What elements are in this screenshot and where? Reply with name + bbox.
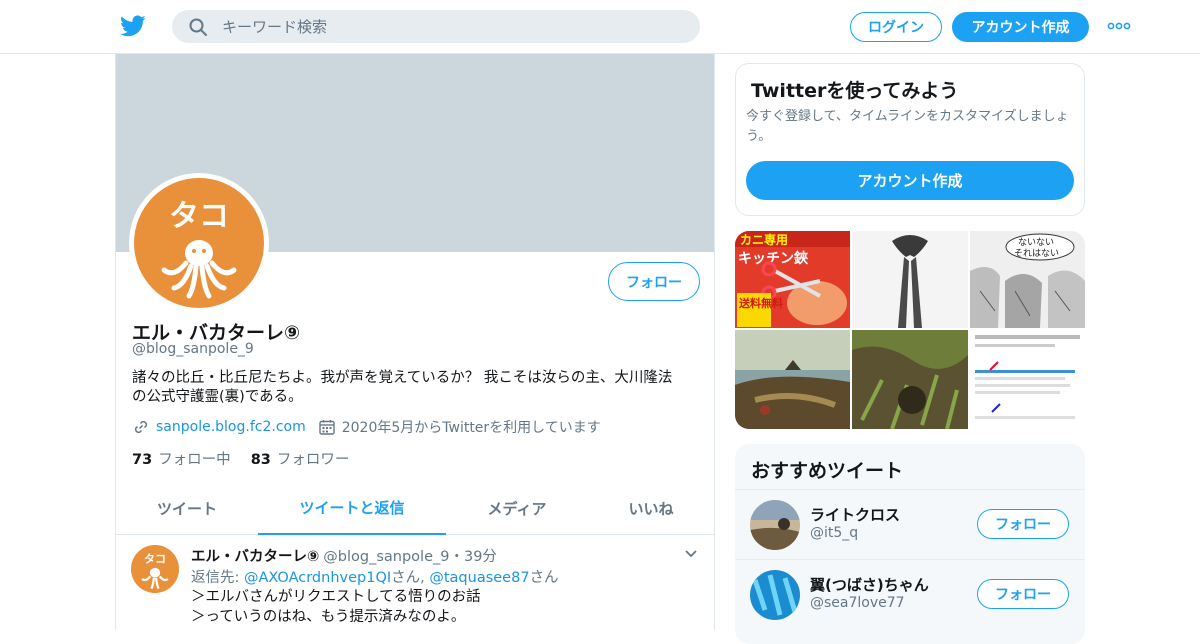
media-image: カニ専用 キッチン鋏 送料無料 [735,231,850,328]
recommended-account-row[interactable]: 翼(つばさ)ちゃん @sea7love77 フォロー [735,559,1085,629]
calendar-icon [319,420,335,435]
followers-count: 83 [250,452,271,468]
following-stat[interactable]: 73 フォロー中 [132,448,231,469]
media-image [735,330,850,429]
tab-media[interactable]: メディア [446,482,588,535]
media-image [852,231,968,328]
avatar-logo-text: タコ [169,199,229,234]
reply-to-line: 返信先: @AXOAcrdnhvep1QIさん, @taquasee87さん [191,566,559,587]
tweet-header: エル・バカターレ⑨ @blog_sanpole_9・39分 [191,545,497,566]
reply-user-link[interactable]: @taquasee87 [429,570,529,586]
tweet-handle-time: @blog_sanpole_9・39分 [323,549,497,565]
media-text: ないない [1018,237,1054,248]
profile-url-link[interactable]: sanpole.blog.fc2.com [156,419,306,435]
media-image: ないない それはない [970,231,1085,328]
media-thumb-painting[interactable] [735,330,850,429]
tweet-item[interactable]: タコ エル・バカターレ⑨ @blog_sanpole_9・39分 返信先: @A… [116,535,714,635]
tab-tweets[interactable]: ツイート [116,482,258,535]
login-button[interactable]: ログイン [850,12,942,42]
tweet-avatar[interactable]: タコ [131,545,179,593]
recommended-name[interactable]: 翼(つばさ)ちゃん [810,574,929,595]
tweet-line: ＞っていうのはね、もう提示済みなのよ。 [191,609,466,625]
search-icon [189,18,207,36]
media-grid: カニ専用 キッチン鋏 送料無料 ないない それはない [735,231,1085,429]
avatar[interactable] [750,500,800,550]
following-count: 73 [132,452,153,468]
media-thumb-pliers[interactable] [852,231,968,328]
tab-tweets-and-replies[interactable]: ツイートと返信 [258,482,446,535]
avatar-logo-text: タコ [144,553,166,566]
signup-card-button[interactable]: アカウント作成 [746,161,1074,200]
top-navigation-bar: ログイン アカウント作成 [0,0,1200,54]
profile-tabs: ツイート ツイートと返信 メディア いいね [116,482,714,535]
chevron-down-icon[interactable] [684,549,698,559]
avatar-image [750,500,800,550]
tab-likes[interactable]: いいね [588,482,714,535]
octopus-avatar-image: タコ [134,178,264,308]
profile-handle: @blog_sanpole_9 [132,341,254,357]
media-text: それはない [1014,248,1059,259]
octopus-avatar-image: タコ [131,545,179,593]
following-label: フォロー中 [158,452,231,468]
more-dots-icon[interactable] [1107,18,1131,34]
recommended-title: おすすめツイート [751,460,904,482]
profile-column: タコ フォロー エル・バカターレ⑨ @blog_sanpole_9 諸々の比丘・… [115,54,715,630]
profile-avatar[interactable]: タコ [129,173,269,313]
tweet-author-name[interactable]: エル・バカターレ⑨ [191,545,319,566]
reply-mid: さん, [391,570,430,586]
media-thumb-screenshot[interactable] [970,330,1085,429]
followers-label: フォロワー [276,452,350,468]
profile-meta: sanpole.blog.fc2.com 2020年5月からTwitterを利用… [132,417,601,437]
recommended-handle: @sea7love77 [810,595,905,611]
recommended-name[interactable]: ライトクロス [810,504,900,525]
joined-date: 2020年5月からTwitterを利用しています [341,420,601,436]
recommended-account-row[interactable]: ライトクロス @it5_q フォロー [735,489,1085,559]
search-box[interactable] [172,10,700,43]
media-thumb-garden[interactable] [852,330,968,429]
media-image [852,330,968,429]
recommended-handle: @it5_q [810,525,859,541]
recommended-accounts: おすすめツイート ライトクロス @it5_q フォロー 翼(つばさ)ちゃん @s… [735,444,1085,644]
tweet-line: ＞エルバさんがリクエストしてる悟りのお話 [191,589,481,605]
follow-button[interactable]: フォロー [977,579,1069,609]
media-image [970,330,1085,429]
reply-suffix: さん [529,570,559,586]
tweet-text: ＞エルバさんがリクエストしてる悟りのお話 ＞っていうのはね、もう提示済みなのよ。 [191,587,481,627]
link-icon [134,420,148,434]
follow-button[interactable]: フォロー [608,262,700,301]
reply-prefix: 返信先: [191,570,244,586]
reply-user-link[interactable]: @AXOAcrdnhvep1QI [244,570,391,586]
follow-button[interactable]: フォロー [977,509,1069,539]
bio-line: の公式守護霊(裏)である。 [132,389,303,405]
twitter-bird-icon[interactable] [120,13,146,39]
avatar-image [750,570,800,620]
bio-line: 諸々の比丘・比丘尼たちよ。我が声を覚えているか？ 我こそは汝らの主、大川隆法 [132,370,673,386]
followers-stat[interactable]: 83 フォロワー [251,448,350,469]
media-text: カニ専用 [740,232,788,247]
media-thumb-manga[interactable]: ないない それはない [970,231,1085,328]
media-text: 送料無料 [738,296,783,310]
profile-stats: 73 フォロー中 83 フォロワー [132,448,369,469]
signup-card-description: 今すぐ登録して、タイムラインをカスタマイズしましょう。 [746,109,1069,144]
media-thumb-crab-scissors[interactable]: カニ専用 キッチン鋏 送料無料 [735,231,850,328]
signup-card-title: Twitterを使ってみよう [751,80,959,102]
avatar[interactable] [750,570,800,620]
search-input[interactable] [222,14,682,39]
profile-bio: 諸々の比丘・比丘尼たちよ。我が声を覚えているか？ 我こそは汝らの主、大川隆法 の… [132,369,702,407]
signup-card: Twitterを使ってみよう 今すぐ登録して、タイムラインをカスタマイズしましょ… [735,63,1085,216]
signup-button[interactable]: アカウント作成 [952,12,1089,42]
